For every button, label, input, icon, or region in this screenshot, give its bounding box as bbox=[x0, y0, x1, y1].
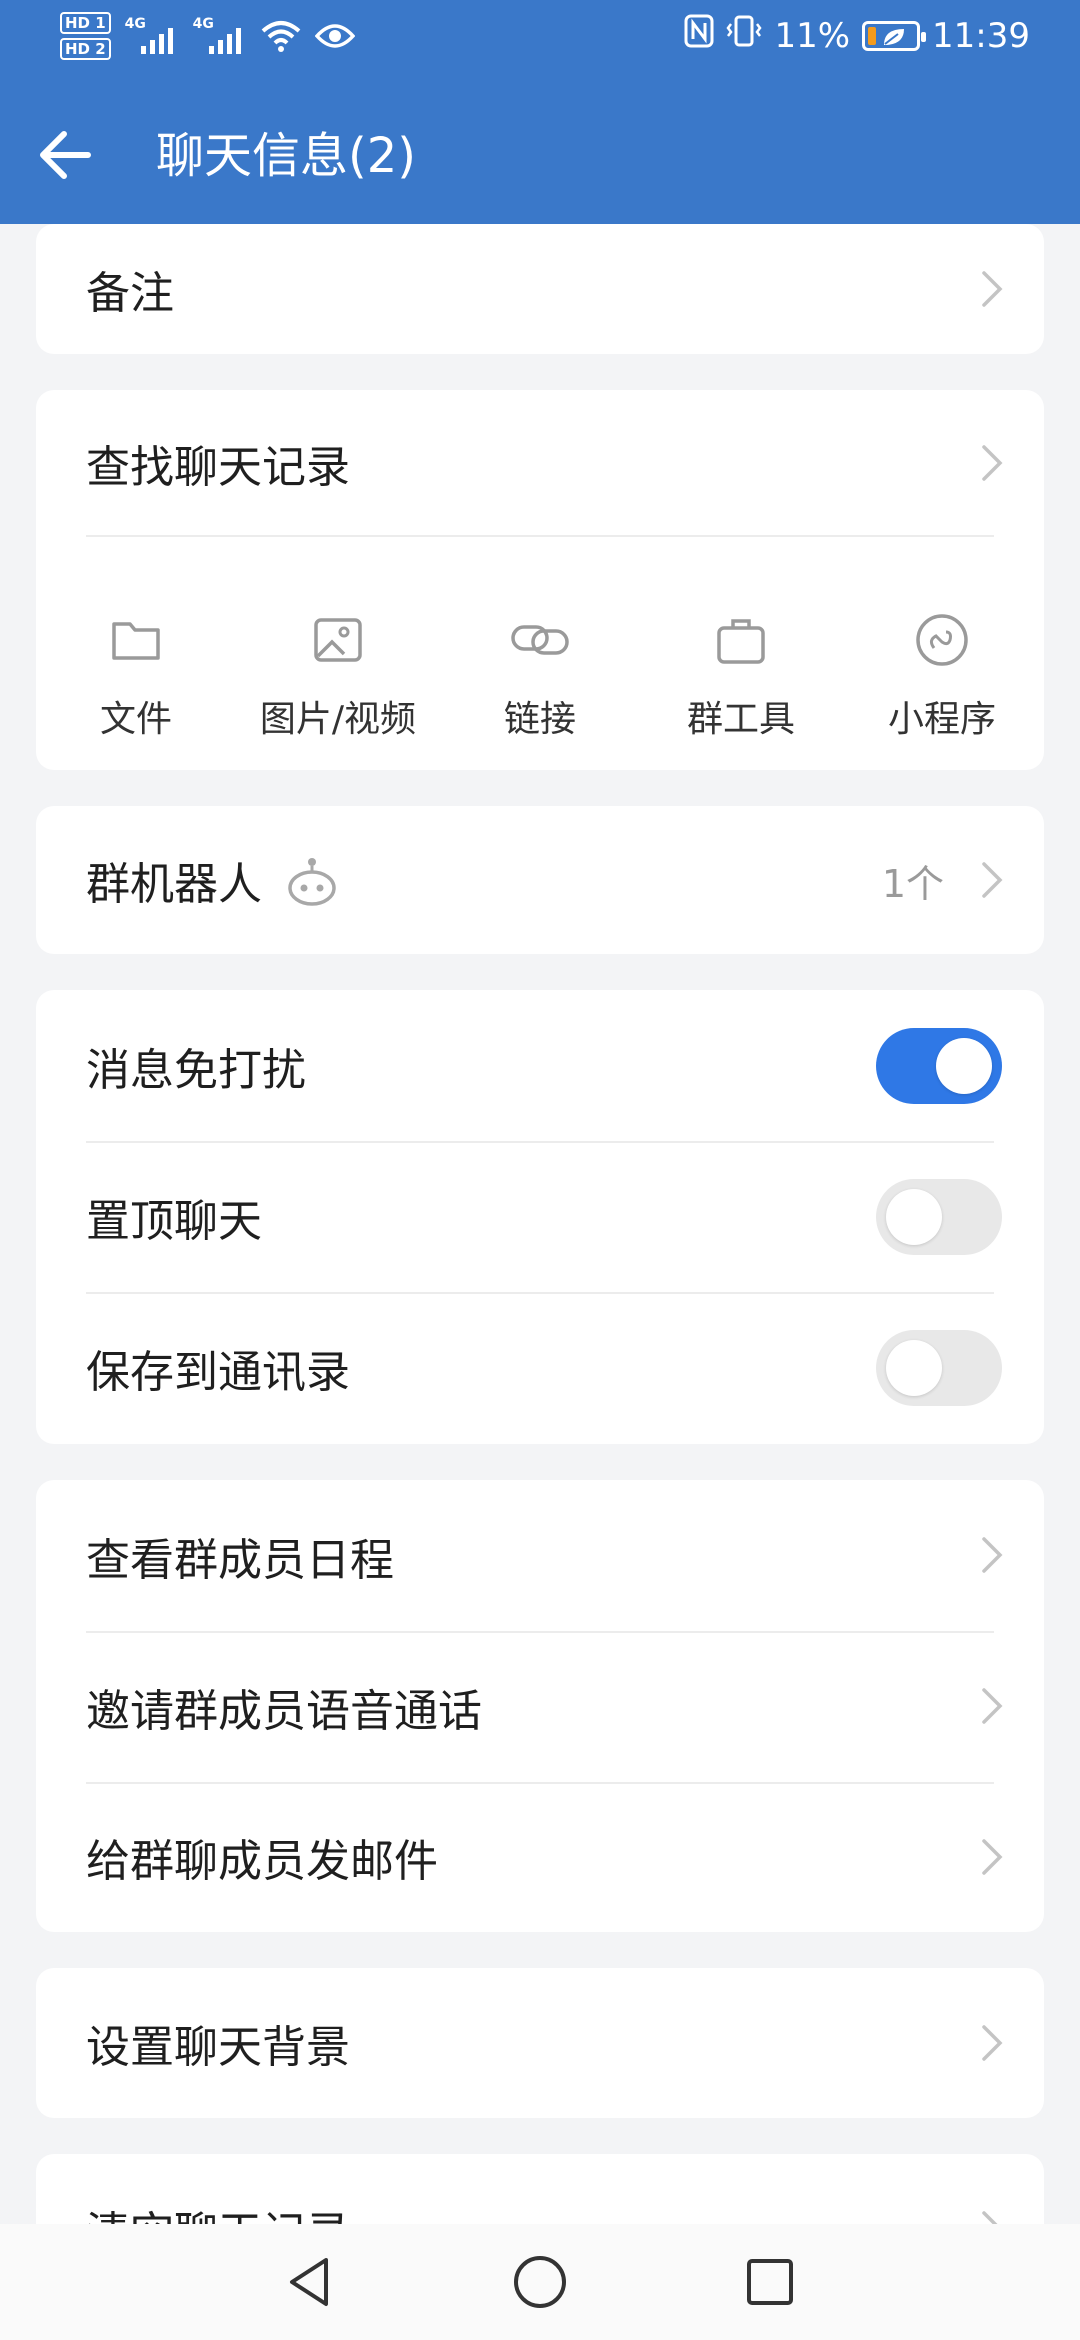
pin-toggle[interactable] bbox=[876, 1179, 1002, 1255]
save-contacts-toggle[interactable] bbox=[876, 1330, 1002, 1406]
battery-icon bbox=[862, 20, 927, 51]
arrow-left-icon bbox=[40, 131, 91, 179]
save-contacts-row: 保存到通讯录 bbox=[36, 1292, 1044, 1443]
hd1-badge: HD 1 bbox=[60, 12, 111, 34]
eye-icon bbox=[314, 22, 355, 50]
group-robot-label: 群机器人 bbox=[86, 859, 262, 910]
group-robot-card: 群机器人 1个 bbox=[36, 806, 1044, 954]
search-history-row[interactable]: 查找聊天记录 bbox=[36, 390, 1044, 536]
back-button[interactable] bbox=[30, 120, 100, 190]
mute-label: 消息免打扰 bbox=[86, 1044, 306, 1096]
chat-background-row[interactable]: 设置聊天背景 bbox=[36, 1968, 1044, 2118]
search-history-label: 查找聊天记录 bbox=[86, 442, 350, 493]
tool-images-videos-label: 图片/视频 bbox=[259, 699, 417, 740]
mute-toggle[interactable] bbox=[876, 1028, 1002, 1104]
tool-mini-programs[interactable]: 小程序 bbox=[842, 570, 1042, 770]
chat-background-label: 设置聊天背景 bbox=[86, 2022, 350, 2073]
chevron-right-icon bbox=[982, 2025, 1003, 2061]
hd2-badge: HD 2 bbox=[60, 38, 111, 60]
mute-row: 消息免打扰 bbox=[36, 990, 1044, 1141]
tool-images-videos[interactable]: 图片/视频 bbox=[238, 570, 438, 770]
signal-2-icon: 4G bbox=[193, 14, 247, 58]
wifi-icon bbox=[261, 19, 301, 53]
chevron-right-icon bbox=[982, 1839, 1003, 1875]
chevron-right-icon bbox=[982, 445, 1003, 481]
sim-indicators: HD 1 HD 2 bbox=[60, 12, 111, 60]
link-icon bbox=[511, 625, 569, 655]
remark-card: 备注 bbox=[36, 224, 1044, 354]
member-schedule-row[interactable]: 查看群成员日程 bbox=[36, 1480, 1044, 1631]
tool-files-label: 文件 bbox=[99, 699, 172, 740]
tool-links-label: 链接 bbox=[503, 699, 576, 740]
member-schedule-label: 查看群成员日程 bbox=[86, 1534, 394, 1586]
status-bar: HD 1 HD 2 4G 4G 11% 11:39 bbox=[0, 0, 1080, 80]
tool-mini-programs-label: 小程序 bbox=[887, 699, 996, 740]
tool-files[interactable]: 文件 bbox=[36, 570, 236, 770]
save-contacts-label: 保存到通讯录 bbox=[86, 1346, 350, 1398]
tool-links[interactable]: 链接 bbox=[440, 570, 640, 770]
nfc-icon bbox=[684, 14, 714, 57]
nav-bar: 聊天信息(2) bbox=[0, 110, 1080, 200]
email-members-row[interactable]: 给群聊成员发邮件 bbox=[36, 1782, 1044, 1932]
chat-background-card: 设置聊天背景 bbox=[36, 1968, 1044, 2118]
mini-program-icon bbox=[916, 614, 968, 666]
page-title: 聊天信息(2) bbox=[156, 128, 416, 184]
pin-row: 置顶聊天 bbox=[36, 1141, 1044, 1292]
voice-call-label: 邀请群成员语音通话 bbox=[86, 1685, 482, 1737]
nav-back-icon[interactable] bbox=[280, 2252, 340, 2312]
remark-label: 备注 bbox=[86, 268, 174, 319]
battery-percent: 11% bbox=[774, 15, 851, 56]
search-history-card: 查找聊天记录 文件 图片/视频 链接 群工具 小程序 bbox=[36, 390, 1044, 770]
settings-toggles-card: 消息免打扰 置顶聊天 保存到通讯录 bbox=[36, 990, 1044, 1444]
robot-count: 1个 bbox=[881, 861, 944, 906]
nav-recents-icon[interactable] bbox=[740, 2252, 800, 2312]
email-members-label: 给群聊成员发邮件 bbox=[86, 1836, 438, 1887]
group-robot-row[interactable]: 群机器人 1个 bbox=[36, 806, 1044, 954]
voice-call-row[interactable]: 邀请群成员语音通话 bbox=[36, 1631, 1044, 1782]
member-actions-card: 查看群成员日程 邀请群成员语音通话 给群聊成员发邮件 bbox=[36, 1480, 1044, 1932]
chevron-right-icon bbox=[982, 271, 1003, 307]
chevron-right-icon bbox=[982, 1688, 1003, 1724]
chevron-right-icon bbox=[982, 1537, 1003, 1573]
tool-group-tools[interactable]: 群工具 bbox=[641, 570, 841, 770]
tool-group-tools-label: 群工具 bbox=[686, 699, 795, 740]
folder-icon bbox=[112, 622, 160, 660]
pin-label: 置顶聊天 bbox=[86, 1195, 262, 1247]
app-header: HD 1 HD 2 4G 4G 11% 11:39 聊天信息(2) bbox=[0, 0, 1080, 224]
image-icon bbox=[314, 618, 362, 662]
briefcase-icon bbox=[717, 619, 765, 664]
history-category-tools: 文件 图片/视频 链接 群工具 小程序 bbox=[36, 570, 1044, 770]
divider bbox=[86, 535, 994, 537]
signal-1-icon: 4G bbox=[125, 14, 179, 58]
nav-home-icon[interactable] bbox=[510, 2252, 570, 2312]
robot-icon bbox=[288, 858, 336, 906]
remark-row[interactable]: 备注 bbox=[36, 224, 1044, 354]
system-nav-bar bbox=[0, 2224, 1080, 2340]
vibrate-icon bbox=[726, 14, 762, 57]
chevron-right-icon bbox=[982, 862, 1003, 898]
clock: 11:39 bbox=[932, 15, 1030, 56]
